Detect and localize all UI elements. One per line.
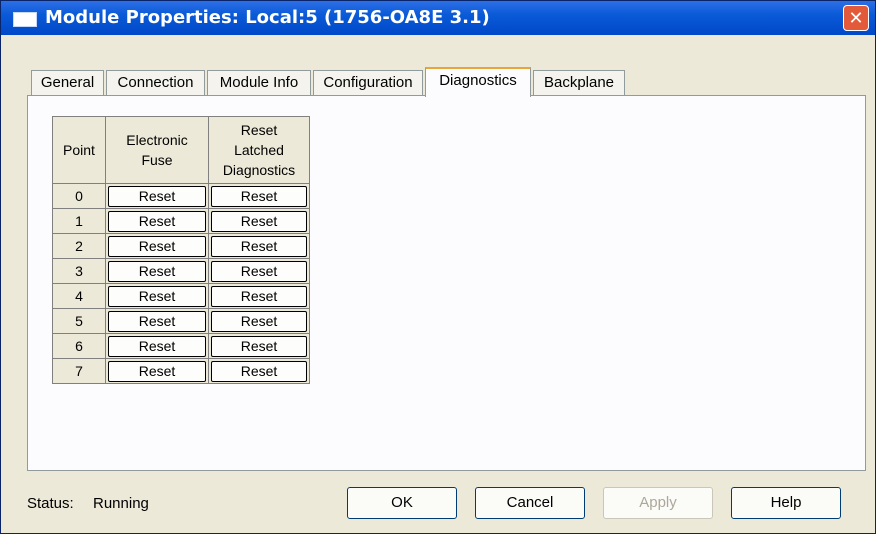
point-number: 0 [52, 183, 106, 209]
cancel-button[interactable]: Cancel [475, 487, 585, 519]
tab-general[interactable]: General [31, 70, 104, 96]
diagnostics-panel: Point Electronic Fuse Reset Latched Diag… [27, 95, 866, 471]
tab-connection[interactable]: Connection [106, 70, 205, 96]
table-row: 2 Reset Reset [52, 233, 310, 259]
window-icon [13, 12, 37, 27]
point-number: 1 [52, 208, 106, 234]
header-point: Point [52, 116, 106, 184]
tab-module-info[interactable]: Module Info [207, 70, 311, 96]
diagnostics-table: Point Electronic Fuse Reset Latched Diag… [52, 116, 310, 384]
apply-button[interactable]: Apply [603, 487, 713, 519]
status-label: Status: [27, 495, 74, 512]
reset-latched-button[interactable]: Reset [211, 235, 307, 257]
close-icon: ✕ [848, 8, 864, 29]
reset-latched-button[interactable]: Reset [211, 310, 307, 332]
table-row: 7 Reset Reset [52, 358, 310, 384]
tab-diagnostics[interactable]: Diagnostics [425, 67, 531, 97]
point-number: 3 [52, 258, 106, 284]
reset-fuse-button[interactable]: Reset [108, 310, 206, 332]
module-properties-dialog: Module Properties: Local:5 (1756-OA8E 3.… [0, 0, 876, 534]
point-number: 7 [52, 358, 106, 384]
help-button[interactable]: Help [731, 487, 841, 519]
reset-fuse-button[interactable]: Reset [108, 360, 206, 382]
reset-fuse-button[interactable]: Reset [108, 260, 206, 282]
reset-latched-button[interactable]: Reset [211, 335, 307, 357]
table-row: 5 Reset Reset [52, 308, 310, 334]
table-row: 4 Reset Reset [52, 283, 310, 309]
tab-backplane[interactable]: Backplane [533, 70, 625, 96]
table-row: 6 Reset Reset [52, 333, 310, 359]
point-number: 2 [52, 233, 106, 259]
reset-fuse-button[interactable]: Reset [108, 335, 206, 357]
reset-latched-button[interactable]: Reset [211, 360, 307, 382]
table-header-row: Point Electronic Fuse Reset Latched Diag… [52, 116, 310, 184]
reset-fuse-button[interactable]: Reset [108, 210, 206, 232]
tab-configuration[interactable]: Configuration [313, 70, 423, 96]
reset-latched-button[interactable]: Reset [211, 260, 307, 282]
reset-latched-button[interactable]: Reset [211, 185, 307, 207]
ok-button[interactable]: OK [347, 487, 457, 519]
table-row: 3 Reset Reset [52, 258, 310, 284]
point-number: 6 [52, 333, 106, 359]
window-title: Module Properties: Local:5 (1756-OA8E 3.… [45, 7, 490, 28]
table-row: 0 Reset Reset [52, 183, 310, 209]
status-value: Running [93, 495, 149, 512]
close-button[interactable]: ✕ [843, 5, 869, 31]
point-number: 4 [52, 283, 106, 309]
table-row: 1 Reset Reset [52, 208, 310, 234]
header-electronic-fuse: Electronic Fuse [105, 116, 209, 184]
reset-latched-button[interactable]: Reset [211, 210, 307, 232]
reset-latched-button[interactable]: Reset [211, 285, 307, 307]
reset-fuse-button[interactable]: Reset [108, 185, 206, 207]
point-number: 5 [52, 308, 106, 334]
reset-fuse-button[interactable]: Reset [108, 285, 206, 307]
header-reset-latched-diagnostics: Reset Latched Diagnostics [208, 116, 310, 184]
reset-fuse-button[interactable]: Reset [108, 235, 206, 257]
title-bar[interactable]: Module Properties: Local:5 (1756-OA8E 3.… [1, 1, 875, 35]
